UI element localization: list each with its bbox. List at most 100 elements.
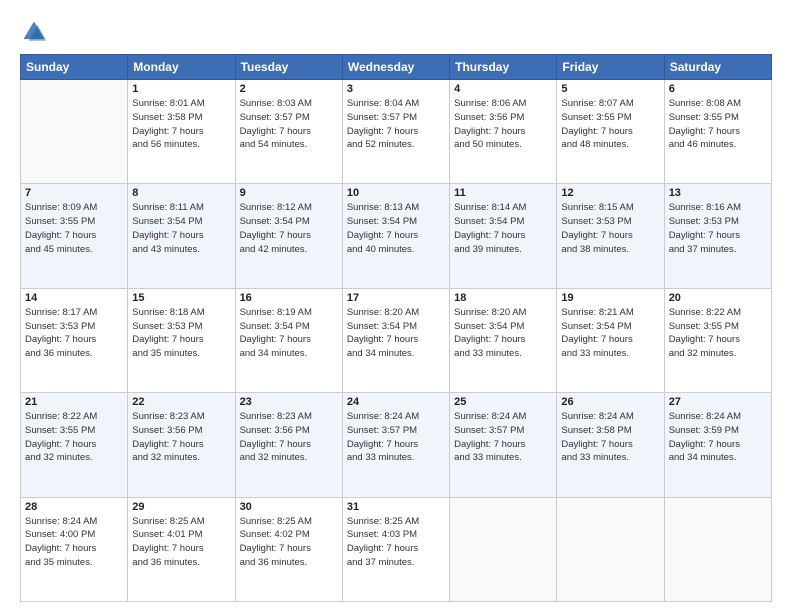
day-info: Sunrise: 8:11 AMSunset: 3:54 PMDaylight:…: [132, 201, 230, 256]
day-number: 18: [454, 292, 552, 304]
day-number: 7: [25, 187, 123, 199]
day-number: 15: [132, 292, 230, 304]
day-number: 21: [25, 396, 123, 408]
calendar-cell: 2 Sunrise: 8:03 AMSunset: 3:57 PMDaylight…: [235, 80, 342, 184]
calendar-cell: 23 Sunrise: 8:23 AMSunset: 3:56 PMDayligh…: [235, 393, 342, 497]
day-info: Sunrise: 8:17 AMSunset: 3:53 PMDaylight:…: [25, 306, 123, 361]
day-info: Sunrise: 8:03 AMSunset: 3:57 PMDaylight:…: [240, 97, 338, 152]
calendar-cell: 22 Sunrise: 8:23 AMSunset: 3:56 PMDayligh…: [128, 393, 235, 497]
day-number: 10: [347, 187, 445, 199]
day-number: 14: [25, 292, 123, 304]
day-number: 13: [669, 187, 767, 199]
calendar-cell: 6 Sunrise: 8:08 AMSunset: 3:55 PMDaylight…: [664, 80, 771, 184]
day-info: Sunrise: 8:23 AMSunset: 3:56 PMDaylight:…: [240, 410, 338, 465]
day-number: 9: [240, 187, 338, 199]
day-info: Sunrise: 8:14 AMSunset: 3:54 PMDaylight:…: [454, 201, 552, 256]
calendar-table: SundayMondayTuesdayWednesdayThursdayFrid…: [20, 54, 772, 602]
calendar-cell: [450, 497, 557, 601]
page: SundayMondayTuesdayWednesdayThursdayFrid…: [0, 0, 792, 612]
day-number: 25: [454, 396, 552, 408]
day-info: Sunrise: 8:24 AMSunset: 3:57 PMDaylight:…: [347, 410, 445, 465]
calendar-cell: 13 Sunrise: 8:16 AMSunset: 3:53 PMDayligh…: [664, 184, 771, 288]
day-info: Sunrise: 8:24 AMSunset: 3:59 PMDaylight:…: [669, 410, 767, 465]
calendar-cell: 24 Sunrise: 8:24 AMSunset: 3:57 PMDayligh…: [342, 393, 449, 497]
day-info: Sunrise: 8:12 AMSunset: 3:54 PMDaylight:…: [240, 201, 338, 256]
day-info: Sunrise: 8:25 AMSunset: 4:02 PMDaylight:…: [240, 515, 338, 570]
day-number: 4: [454, 83, 552, 95]
weekday-header: Thursday: [450, 55, 557, 80]
calendar-cell: 7 Sunrise: 8:09 AMSunset: 3:55 PMDaylight…: [21, 184, 128, 288]
calendar-cell: 26Sunrise: 8:24 AMSunset: 3:58 PMDayligh…: [557, 393, 664, 497]
day-number: 6: [669, 83, 767, 95]
calendar-cell: 4 Sunrise: 8:06 AMSunset: 3:56 PMDaylight…: [450, 80, 557, 184]
calendar-cell: 18 Sunrise: 8:20 AMSunset: 3:54 PMDayligh…: [450, 288, 557, 392]
day-info: Sunrise: 8:25 AMSunset: 4:03 PMDaylight:…: [347, 515, 445, 570]
calendar-cell: 12 Sunrise: 8:15 AMSunset: 3:53 PMDayligh…: [557, 184, 664, 288]
calendar-cell: 29Sunrise: 8:25 AMSunset: 4:01 PMDayligh…: [128, 497, 235, 601]
day-number: 5: [561, 83, 659, 95]
day-info: Sunrise: 8:20 AMSunset: 3:54 PMDaylight:…: [347, 306, 445, 361]
day-info: Sunrise: 8:04 AMSunset: 3:57 PMDaylight:…: [347, 97, 445, 152]
day-number: 12: [561, 187, 659, 199]
calendar-cell: 16 Sunrise: 8:19 AMSunset: 3:54 PMDayligh…: [235, 288, 342, 392]
calendar-cell: 19 Sunrise: 8:21 AMSunset: 3:54 PMDayligh…: [557, 288, 664, 392]
day-info: Sunrise: 8:24 AMSunset: 4:00 PMDaylight:…: [25, 515, 123, 570]
weekday-header: Saturday: [664, 55, 771, 80]
day-info: Sunrise: 8:15 AMSunset: 3:53 PMDaylight:…: [561, 201, 659, 256]
day-info: Sunrise: 8:13 AMSunset: 3:54 PMDaylight:…: [347, 201, 445, 256]
logo-icon: [20, 18, 48, 46]
day-number: 27: [669, 396, 767, 408]
calendar-cell: [664, 497, 771, 601]
day-number: 28: [25, 501, 123, 513]
calendar-cell: 31 Sunrise: 8:25 AMSunset: 4:03 PMDayligh…: [342, 497, 449, 601]
calendar-cell: 14 Sunrise: 8:17 AMSunset: 3:53 PMDayligh…: [21, 288, 128, 392]
calendar-cell: 28 Sunrise: 8:24 AMSunset: 4:00 PMDayligh…: [21, 497, 128, 601]
day-number: 16: [240, 292, 338, 304]
day-number: 30: [240, 501, 338, 513]
day-info: Sunrise: 8:08 AMSunset: 3:55 PMDaylight:…: [669, 97, 767, 152]
calendar-cell: 1 Sunrise: 8:01 AMSunset: 3:58 PMDaylight…: [128, 80, 235, 184]
calendar-cell: [557, 497, 664, 601]
day-info: Sunrise: 8:16 AMSunset: 3:53 PMDaylight:…: [669, 201, 767, 256]
day-number: 26: [561, 396, 659, 408]
calendar-cell: 25Sunrise: 8:24 AMSunset: 3:57 PMDayligh…: [450, 393, 557, 497]
day-info: Sunrise: 8:19 AMSunset: 3:54 PMDaylight:…: [240, 306, 338, 361]
calendar-cell: 11 Sunrise: 8:14 AMSunset: 3:54 PMDayligh…: [450, 184, 557, 288]
day-number: 2: [240, 83, 338, 95]
day-info: Sunrise: 8:22 AMSunset: 3:55 PMDaylight:…: [669, 306, 767, 361]
day-number: 31: [347, 501, 445, 513]
calendar-cell: [21, 80, 128, 184]
day-info: Sunrise: 8:23 AMSunset: 3:56 PMDaylight:…: [132, 410, 230, 465]
calendar-cell: 20 Sunrise: 8:22 AMSunset: 3:55 PMDayligh…: [664, 288, 771, 392]
day-info: Sunrise: 8:01 AMSunset: 3:58 PMDaylight:…: [132, 97, 230, 152]
day-number: 1: [132, 83, 230, 95]
calendar-cell: 9 Sunrise: 8:12 AMSunset: 3:54 PMDaylight…: [235, 184, 342, 288]
calendar-cell: 27 Sunrise: 8:24 AMSunset: 3:59 PMDayligh…: [664, 393, 771, 497]
day-info: Sunrise: 8:25 AMSunset: 4:01 PMDaylight:…: [132, 515, 230, 570]
day-number: 23: [240, 396, 338, 408]
day-number: 3: [347, 83, 445, 95]
day-number: 8: [132, 187, 230, 199]
calendar-cell: 5Sunrise: 8:07 AMSunset: 3:55 PMDaylight…: [557, 80, 664, 184]
day-number: 22: [132, 396, 230, 408]
day-number: 17: [347, 292, 445, 304]
calendar-cell: 30 Sunrise: 8:25 AMSunset: 4:02 PMDayligh…: [235, 497, 342, 601]
calendar-cell: 8 Sunrise: 8:11 AMSunset: 3:54 PMDaylight…: [128, 184, 235, 288]
weekday-header: Monday: [128, 55, 235, 80]
calendar-cell: 17 Sunrise: 8:20 AMSunset: 3:54 PMDayligh…: [342, 288, 449, 392]
calendar-cell: 10 Sunrise: 8:13 AMSunset: 3:54 PMDayligh…: [342, 184, 449, 288]
header: [20, 18, 772, 46]
day-info: Sunrise: 8:20 AMSunset: 3:54 PMDaylight:…: [454, 306, 552, 361]
day-info: Sunrise: 8:06 AMSunset: 3:56 PMDaylight:…: [454, 97, 552, 152]
weekday-header: Tuesday: [235, 55, 342, 80]
weekday-header: Friday: [557, 55, 664, 80]
calendar-cell: 21 Sunrise: 8:22 AMSunset: 3:55 PMDayligh…: [21, 393, 128, 497]
day-info: Sunrise: 8:22 AMSunset: 3:55 PMDaylight:…: [25, 410, 123, 465]
day-number: 24: [347, 396, 445, 408]
day-number: 11: [454, 187, 552, 199]
day-info: Sunrise: 8:21 AMSunset: 3:54 PMDaylight:…: [561, 306, 659, 361]
day-info: Sunrise: 8:09 AMSunset: 3:55 PMDaylight:…: [25, 201, 123, 256]
day-number: 19: [561, 292, 659, 304]
weekday-header: Wednesday: [342, 55, 449, 80]
day-number: 20: [669, 292, 767, 304]
